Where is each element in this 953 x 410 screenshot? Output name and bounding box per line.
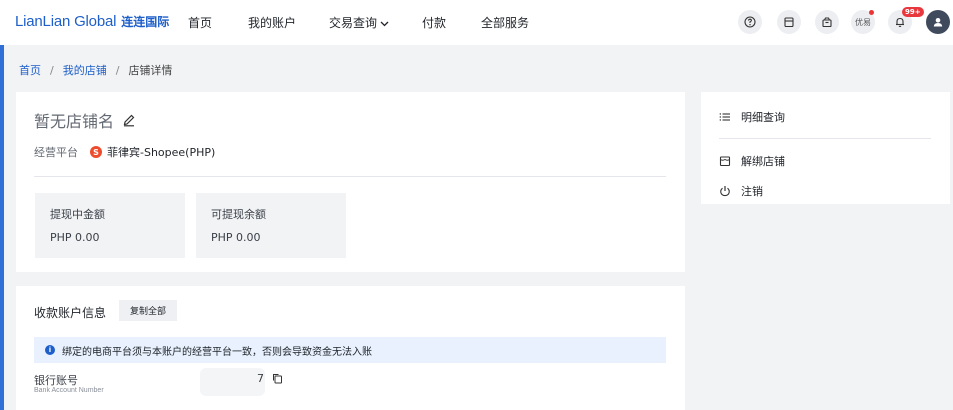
side-item-label: 明细查询: [741, 111, 785, 124]
bell-icon[interactable]: 99+: [888, 7, 924, 34]
breadcrumb-separator: /: [50, 63, 54, 77]
breadcrumb-separator: /: [115, 63, 120, 77]
unbind-shop-link[interactable]: 解绑店铺: [719, 153, 785, 169]
stat-label: 提现中金额: [50, 208, 105, 221]
notification-dot: [869, 10, 874, 15]
shop-name: 暂无店铺名: [34, 108, 136, 132]
breadcrumb: 首页 / 我的店铺 / 店铺详情: [19, 62, 172, 78]
stat-available: 可提现余额 PHP 0.00: [196, 193, 346, 258]
power-icon: [720, 186, 730, 197]
receiving-account-card: 收款账户信息 复制全部 i 绑定的电商平台须与本账户的经营平台一致，否则会导致资…: [16, 286, 685, 410]
stat-value: PHP 0.00: [50, 231, 100, 244]
nav-all-services[interactable]: 全部服务: [481, 14, 529, 31]
nav-home[interactable]: 首页: [188, 14, 212, 31]
user-avatar[interactable]: [926, 10, 950, 34]
section-title: 收款账户信息: [34, 306, 107, 320]
left-edge-tab[interactable]: [0, 45, 4, 410]
calendar-icon[interactable]: [777, 10, 801, 34]
nav-transactions-label: 交易查询: [329, 16, 378, 30]
notice-text: 绑定的电商平台须与本账户的经营平台一致，否则会导致资金无法入账: [62, 346, 372, 358]
copy-icon[interactable]: [272, 373, 283, 384]
help-icon[interactable]: [738, 10, 762, 34]
edit-icon[interactable]: [122, 113, 136, 127]
detail-query-link[interactable]: 明细查询: [719, 109, 785, 125]
bank-account-sublabel: Bank Account Number: [34, 387, 104, 394]
nav-transactions[interactable]: 交易查询: [329, 14, 389, 31]
youyi-label: 优易: [855, 17, 871, 27]
bank-account-label: 银行账号: [34, 374, 78, 387]
logo-text-cn: 连连国际: [121, 15, 170, 29]
store-icon: [719, 156, 731, 167]
divider: [719, 138, 931, 139]
shop-info-card: 暂无店铺名 经营平台 S 菲律宾-Shopee(PHP) 提现中金额 PHP 0…: [16, 92, 685, 272]
top-header: LianLian Global 连连国际 首页 我的账户 交易查询 付款 全部服…: [0, 0, 953, 45]
package-icon[interactable]: [815, 10, 839, 34]
side-item-label: 注销: [741, 185, 763, 198]
masked-value: [200, 368, 265, 396]
breadcrumb-my-shops[interactable]: 我的店铺: [63, 62, 107, 78]
chevron-down-icon: [380, 16, 389, 30]
copy-all-button[interactable]: 复制全部: [119, 300, 178, 321]
nav-payment[interactable]: 付款: [422, 14, 446, 31]
platform-row: 经营平台 S 菲律宾-Shopee(PHP): [34, 144, 215, 160]
shop-name-text: 暂无店铺名: [34, 112, 115, 131]
stat-label: 可提现余额: [211, 208, 266, 221]
stat-withdrawing: 提现中金额 PHP 0.00: [35, 193, 185, 258]
cancel-link[interactable]: 注销: [719, 183, 763, 199]
side-item-label: 解绑店铺: [741, 155, 785, 168]
notification-badge: 99+: [902, 7, 924, 17]
side-actions-card: 明细查询 解绑店铺 注销: [701, 92, 950, 204]
logo-text-en: LianLian Global: [15, 13, 117, 30]
list-icon: [719, 113, 730, 121]
youyi-button[interactable]: 优易: [851, 10, 875, 34]
logo[interactable]: LianLian Global 连连国际: [15, 13, 169, 30]
breadcrumb-current: 店铺详情: [128, 64, 173, 77]
info-icon: i: [45, 345, 55, 355]
nav-my-account[interactable]: 我的账户: [248, 14, 296, 31]
divider: [34, 176, 666, 177]
platform-label: 经营平台: [34, 146, 78, 159]
info-notice: i 绑定的电商平台须与本账户的经营平台一致，否则会导致资金无法入账: [34, 337, 666, 363]
breadcrumb-home[interactable]: 首页: [19, 62, 41, 78]
bank-account-value: 7: [257, 372, 264, 385]
shopee-icon: S: [90, 146, 102, 158]
stat-value: PHP 0.00: [211, 231, 261, 244]
platform-value: 菲律宾-Shopee(PHP): [107, 146, 216, 159]
